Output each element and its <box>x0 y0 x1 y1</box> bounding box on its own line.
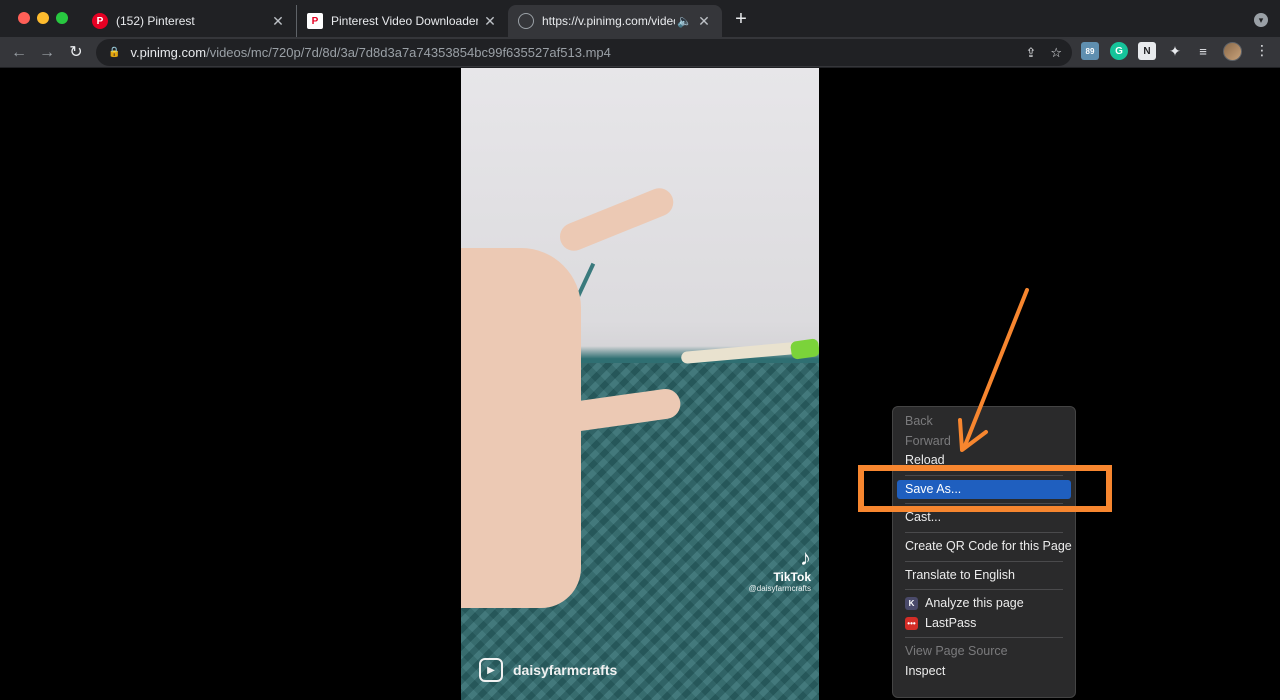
tab-title: Pinterest Video Downloader - D <box>331 14 478 28</box>
reading-list-icon[interactable]: ≡ <box>1194 42 1212 60</box>
menu-divider <box>905 589 1063 591</box>
new-tab-button[interactable]: + <box>731 9 751 29</box>
tiktok-logo-icon: ♪ <box>800 545 811 570</box>
notion-extension-icon[interactable]: N <box>1138 42 1156 60</box>
menu-item-label: LastPass <box>925 615 977 630</box>
window-minimize-button[interactable] <box>37 12 49 24</box>
omnibox-actions: ⇪ ☆ <box>1025 45 1062 61</box>
tiktok-watermark: ♪ TikTok @daisyfarmcrafts <box>748 545 811 594</box>
menu-item-analyze[interactable]: K Analyze this page <box>893 594 1075 614</box>
annotation-arrow-icon <box>958 288 1029 452</box>
crochet-hook-tip <box>789 338 819 360</box>
tab-video-downloader[interactable]: P Pinterest Video Downloader - D ✕ <box>296 5 508 37</box>
speaker-icon[interactable]: 🔈 <box>677 14 692 28</box>
reload-button[interactable]: ↻ <box>66 43 86 63</box>
address-bar[interactable]: 🔒 v.pinimg.com/videos/mc/720p/7d/8d/3a/7… <box>96 39 1072 66</box>
tiktok-brand: TikTok <box>773 570 811 584</box>
downloader-icon: P <box>307 13 323 29</box>
menu-item-view-source[interactable]: View Page Source <box>893 642 1075 662</box>
share-icon[interactable]: ⇪ <box>1025 45 1036 61</box>
window-maximize-button[interactable] <box>56 12 68 24</box>
reels-watermark: ▶ daisyfarmcrafts <box>479 658 617 682</box>
url-path: /videos/mc/720p/7d/8d/3a/7d8d3a7a7435385… <box>206 45 611 60</box>
menu-divider <box>905 560 1063 562</box>
menu-item-create-qr[interactable]: Create QR Code for this Page <box>893 537 1075 557</box>
menu-item-label: Analyze this page <box>925 596 1024 611</box>
close-tab-icon[interactable]: ✕ <box>482 13 498 29</box>
profile-avatar[interactable] <box>1223 42 1242 61</box>
menu-item-translate[interactable]: Translate to English <box>893 566 1075 586</box>
url-host: v.pinimg.com <box>130 45 207 60</box>
annotation-highlight-box <box>858 465 1112 512</box>
reel-name: daisyfarmcrafts <box>513 662 618 678</box>
grammarly-extension-icon[interactable]: G <box>1110 42 1128 60</box>
menu-item-lastpass[interactable]: ••• LastPass <box>893 614 1075 634</box>
pinterest-icon: P <box>92 13 108 29</box>
menu-divider <box>905 637 1063 639</box>
tab-pinterest[interactable]: P (152) Pinterest ✕ <box>82 5 296 37</box>
tab-video-active[interactable]: https://v.pinimg.com/videos 🔈 ✕ <box>508 5 722 37</box>
globe-icon <box>518 13 534 29</box>
back-button[interactable]: ← <box>9 43 29 63</box>
tab-title: (152) Pinterest <box>116 14 195 28</box>
k-extension-icon: K <box>905 597 918 611</box>
close-tab-icon[interactable]: ✕ <box>696 13 712 29</box>
finger <box>555 184 678 255</box>
window-close-button[interactable] <box>18 12 30 24</box>
tab-strip: P (152) Pinterest ✕ P Pinterest Video Do… <box>0 0 1280 37</box>
video-player[interactable]: ♪ TikTok @daisyfarmcrafts ▶ daisyfarmcra… <box>461 68 819 700</box>
tab-search-icon[interactable]: ▾ <box>1254 13 1268 27</box>
lock-icon[interactable]: 🔒 <box>108 47 120 58</box>
bookmark-star-icon[interactable]: ☆ <box>1050 45 1062 61</box>
extensions-puzzle-icon[interactable]: ✦ <box>1166 42 1184 60</box>
reels-icon: ▶ <box>479 658 503 682</box>
browser-window: P (152) Pinterest ✕ P Pinterest Video Do… <box>0 0 1280 700</box>
close-tab-icon[interactable]: ✕ <box>270 13 286 29</box>
calendar-extension-icon[interactable]: 89 <box>1081 42 1099 60</box>
page-content: ♪ TikTok @daisyfarmcrafts ▶ daisyfarmcra… <box>0 68 1280 700</box>
menu-item-inspect[interactable]: Inspect <box>893 662 1075 682</box>
tiktok-handle: @daisyfarmcrafts <box>748 584 811 593</box>
tab-title: https://v.pinimg.com/videos <box>542 14 676 28</box>
lastpass-icon: ••• <box>905 617 918 631</box>
menu-kebab-icon[interactable]: ⋮ <box>1255 42 1269 59</box>
forward-button[interactable]: → <box>37 43 57 63</box>
menu-divider <box>905 531 1063 533</box>
url-text[interactable]: v.pinimg.com/videos/mc/720p/7d/8d/3a/7d8… <box>130 45 610 60</box>
